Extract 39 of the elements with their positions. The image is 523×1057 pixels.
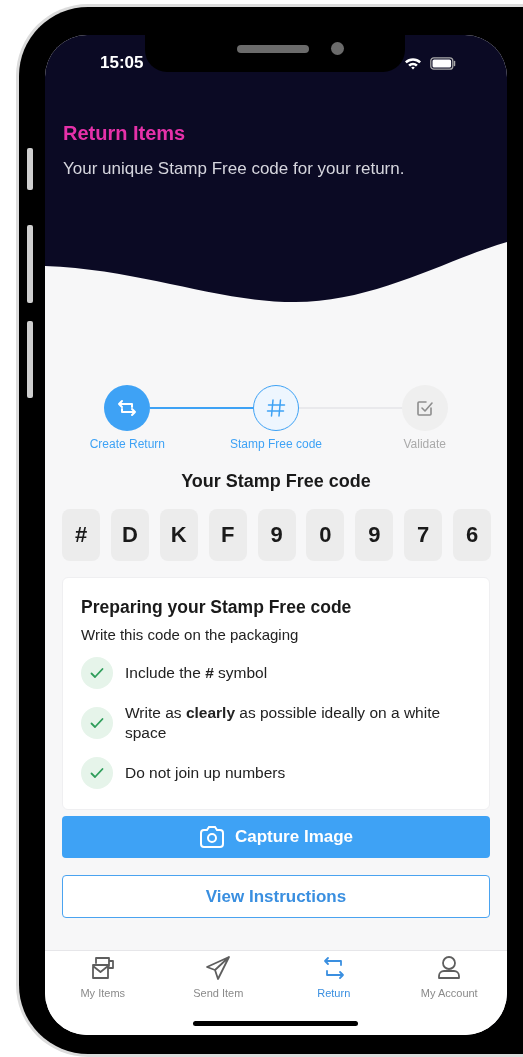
code-character: 9 — [355, 509, 394, 561]
page-title: Return Items — [63, 121, 187, 145]
code-character: 6 — [453, 509, 491, 561]
step-indicator[interactable] — [253, 385, 299, 431]
swap-arrows-icon — [117, 398, 137, 418]
tab-bar-item[interactable]: My Account — [391, 955, 507, 999]
code-character: 9 — [257, 509, 296, 561]
card-subtitle: Write this code on the packaging — [81, 625, 300, 645]
status-time: 15:05 — [100, 53, 144, 73]
code-character: F — [208, 509, 247, 561]
step-indicator[interactable] — [104, 385, 150, 431]
checkbox-icon — [415, 398, 435, 418]
tab-bar-item[interactable]: Return — [276, 955, 392, 999]
code-character: K — [159, 509, 198, 561]
code-heading: Your Stamp Free code — [180, 470, 372, 492]
page-subtitle: Your unique Stamp Free code for your return. — [63, 158, 406, 180]
camera-icon — [198, 826, 225, 848]
code-character: 0 — [306, 509, 345, 561]
wifi-icon — [404, 56, 422, 70]
tab-bar-item[interactable]: Send Item — [160, 955, 276, 999]
step-label: Create Return — [88, 436, 166, 452]
instruction-text: Write as clearly as possible ideally on a white space — [125, 703, 442, 743]
instruction-text: Include the # symbol — [125, 663, 268, 683]
camera-lens — [331, 42, 344, 55]
step-label: Validate — [402, 436, 447, 452]
tab-bar-item[interactable]: My Items — [45, 955, 161, 999]
paper-plane-icon — [204, 955, 233, 981]
code-character: 7 — [404, 509, 443, 561]
speaker-grille — [237, 45, 309, 53]
code-character: D — [110, 509, 149, 561]
hash-icon — [266, 398, 286, 418]
card-title: Preparing your Stamp Free code — [81, 596, 353, 618]
instruction-text: Do not join up numbers — [125, 763, 286, 783]
code-character: # — [62, 509, 100, 561]
instructions-button[interactable]: View Instructions — [62, 875, 490, 918]
step-indicator[interactable] — [402, 385, 448, 431]
battery-icon — [430, 56, 457, 70]
step-label: Stamp Free code — [228, 436, 323, 452]
capture-button[interactable]: Capture Image — [62, 816, 490, 858]
